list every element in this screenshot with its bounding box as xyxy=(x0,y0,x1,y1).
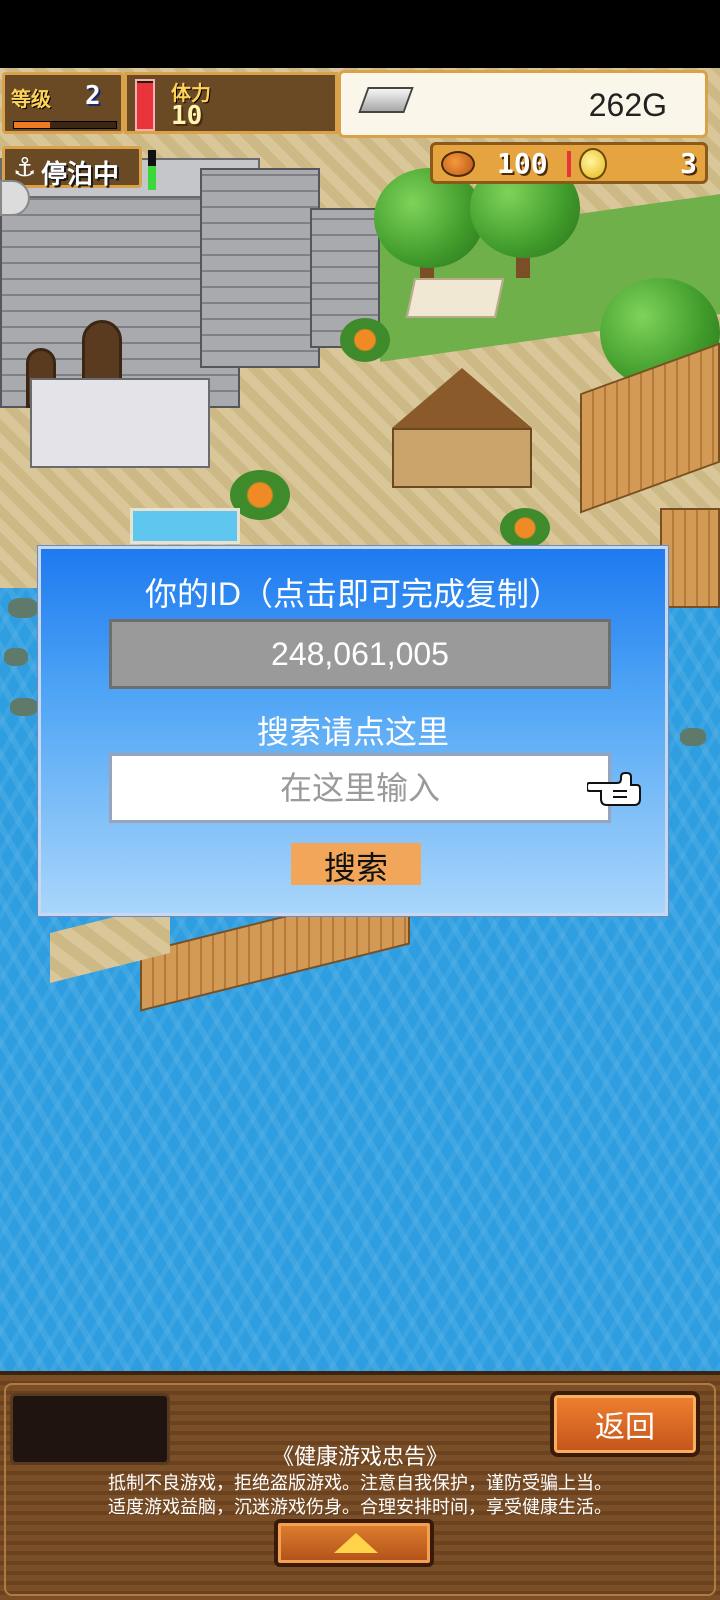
search-button[interactable]: 搜索 xyxy=(291,843,421,886)
dock-meter-fill xyxy=(148,166,156,190)
dock-meter xyxy=(148,150,156,190)
medal-coin-icon xyxy=(579,148,607,180)
player-id-copy-box[interactable]: 248,061,005 xyxy=(109,619,611,689)
status-bar xyxy=(0,0,720,68)
stamina-bar-fill xyxy=(137,83,153,129)
food-value: 100 xyxy=(497,147,548,180)
coin-value: 3 xyxy=(680,147,697,180)
triangle-up-icon xyxy=(334,1533,378,1553)
search-input[interactable] xyxy=(109,753,611,823)
resource-panel[interactable]: 100 3 xyxy=(430,142,708,184)
money-panel[interactable]: 262G xyxy=(338,70,708,138)
xp-bar-fill xyxy=(14,122,50,128)
stamina-panel[interactable]: 体力 10 xyxy=(124,72,338,134)
pool xyxy=(130,508,240,544)
food-icon xyxy=(441,151,475,177)
stamina-bar xyxy=(135,79,155,131)
search-hint: 搜索请点这里 xyxy=(256,714,449,750)
flower-bush xyxy=(500,508,550,548)
pointing-hand-icon xyxy=(587,772,641,806)
xp-bar xyxy=(13,121,117,129)
bottom-bar: 返回 《健康游戏忠告》 抵制不良游戏，拒绝盗版游戏。注意自我保护，谨防受骗上当。… xyxy=(0,1371,720,1600)
health-notice-title: 《健康游戏忠告》 xyxy=(271,1444,448,1469)
shop-building[interactable] xyxy=(392,428,532,488)
dock-status-panel[interactable]: ⚓ 停泊中 xyxy=(2,146,142,190)
silver-ingot-icon xyxy=(358,87,414,113)
pier xyxy=(660,508,720,608)
dialog-title: 你的ID（点击即可完成复制） xyxy=(144,576,561,612)
health-notice-line: 抵制不良游戏，拒绝盗版游戏。注意自我保护，谨防受骗上当。 xyxy=(108,1473,612,1493)
shop-roof xyxy=(392,368,532,428)
expand-menu-button[interactable] xyxy=(274,1519,434,1567)
rock xyxy=(8,598,38,618)
stamina-value: 10 xyxy=(171,101,203,131)
level-label: 等级 xyxy=(11,87,51,111)
resource-divider xyxy=(567,151,571,177)
dock-status-label: 停泊中 xyxy=(41,160,120,190)
flower-bush xyxy=(340,318,390,362)
rock xyxy=(680,728,706,746)
money-value: 262G xyxy=(588,87,667,123)
castle-plaza xyxy=(30,378,210,468)
anchor-icon: ⚓ xyxy=(13,153,37,183)
level-panel[interactable]: 等级 2 xyxy=(2,72,124,134)
rock xyxy=(10,698,38,716)
level-value: 2 xyxy=(85,81,101,111)
friend-id-dialog: 你的ID（点击即可完成复制） 248,061,005 搜索请点这里 搜索 xyxy=(38,546,668,916)
health-notice-line: 适度游戏益脑，沉迷游戏伤身。合理安排时间，享受健康生活。 xyxy=(108,1497,612,1517)
market-tent[interactable] xyxy=(405,278,505,318)
rock xyxy=(4,648,28,666)
castle-tower xyxy=(200,168,320,368)
